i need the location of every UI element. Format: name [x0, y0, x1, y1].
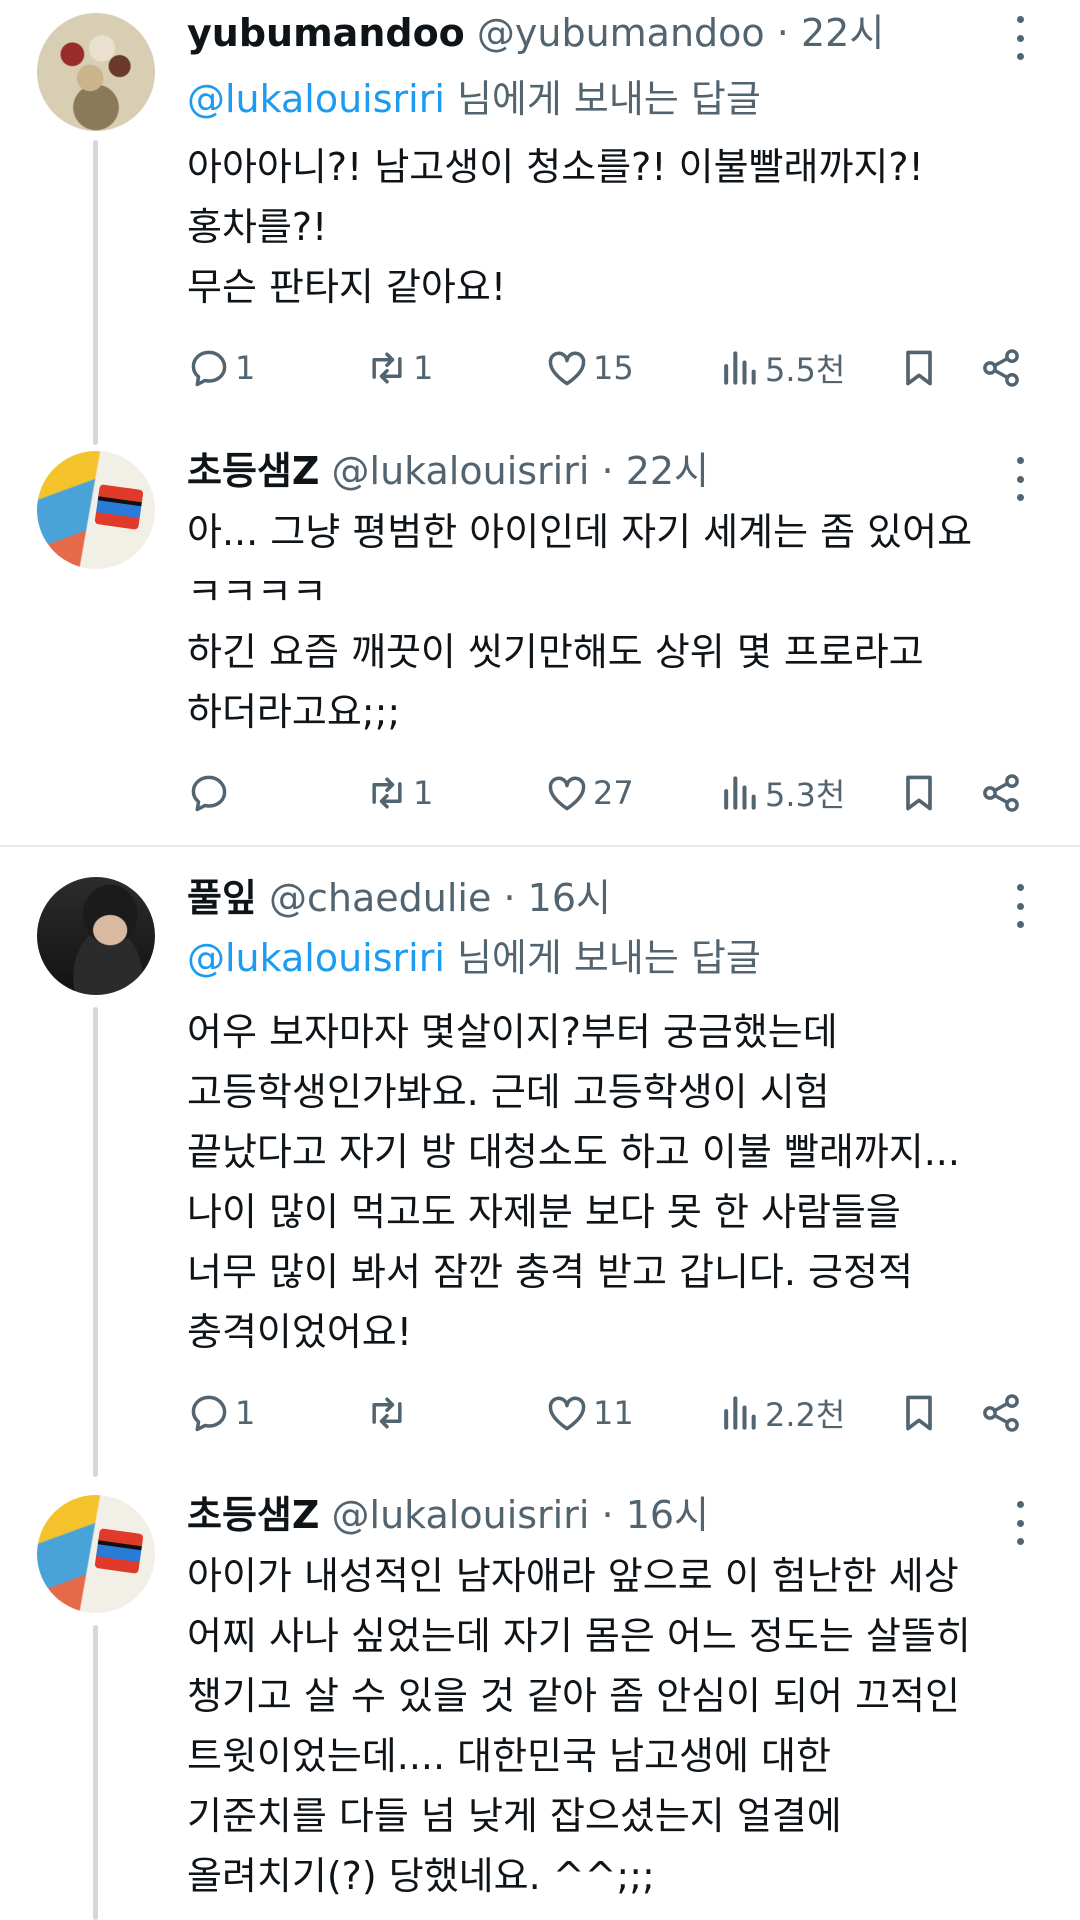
more-options-icon[interactable] [1006, 884, 1034, 928]
share-button[interactable] [979, 343, 1023, 393]
views-button[interactable]: 2.2천 [717, 1388, 845, 1438]
retweet-button[interactable]: 1 [365, 343, 433, 393]
views-count: 2.2천 [765, 1396, 846, 1434]
timestamp[interactable]: 22시 [626, 449, 709, 493]
action-bar: 1 11 2.2천 [187, 1388, 1037, 1438]
tweet-text: 아... 그냥 평범한 아이인데 자기 세계는 좀 있어요 ㅋㅋㅋㅋ 하긴 요즘… [187, 510, 973, 734]
user-handle[interactable]: @lukalouisriri [332, 449, 590, 493]
separator-dot: · [776, 11, 789, 55]
display-name[interactable]: yubumandoo [187, 11, 465, 55]
like-button[interactable]: 11 [545, 1388, 634, 1438]
views-chart-icon [724, 1396, 756, 1430]
share-icon [983, 1394, 1019, 1432]
tweet-header: 초등샘Z @lukalouisriri · 22시 [187, 447, 709, 495]
reply-icon [191, 775, 227, 812]
retweet-button[interactable] [365, 1388, 413, 1438]
replying-to: @lukalouisriri 님에게 보내는 답글 [187, 75, 761, 123]
reply-button[interactable] [187, 768, 235, 818]
views-chart-icon [724, 776, 756, 810]
retweet-count: 1 [413, 349, 434, 387]
reply-mention-link[interactable]: @lukalouisriri [187, 77, 445, 121]
reply-icon [191, 1395, 227, 1432]
like-button[interactable]: 27 [545, 768, 634, 818]
display-name[interactable]: 풀잎 [187, 876, 257, 920]
heart-icon [548, 351, 586, 386]
bookmark-button[interactable] [897, 768, 941, 818]
retweet-button[interactable]: 1 [365, 768, 433, 818]
reply-count: 1 [235, 1394, 256, 1432]
views-button[interactable]: 5.3천 [717, 768, 845, 818]
thread-line [93, 1007, 98, 1477]
user-handle[interactable]: @chaedulie [269, 876, 491, 920]
retweet-icon [372, 777, 402, 809]
reply-count: 1 [235, 349, 256, 387]
action-bar: 1 27 5.3천 [187, 768, 1037, 818]
tweet[interactable]: 풀잎 @chaedulie · 16시 @lukalouisriri 님에게 보… [0, 847, 1080, 1477]
heart-icon [548, 776, 586, 811]
display-name[interactable]: 초등샘Z [187, 1493, 319, 1537]
tweet-text: 아이가 내성적인 남자애라 앞으로 이 험난한 세상 어찌 사나 싶었는데 자기… [187, 1554, 971, 1898]
reply-icon [191, 350, 227, 387]
avatar[interactable] [37, 877, 155, 995]
tweet[interactable]: yubumandoo @yubumandoo · 22시 @lukalouisr… [0, 0, 1080, 445]
views-count: 5.3천 [765, 776, 846, 814]
tweet-text: 아아아니?! 남고생이 청소를?! 이불빨래까지?! 홍차를?! 무슨 판타지 … [187, 145, 924, 309]
reply-button[interactable]: 1 [187, 1388, 255, 1438]
share-icon [983, 774, 1019, 812]
timestamp[interactable]: 22시 [801, 11, 884, 55]
bookmark-icon [906, 775, 932, 811]
tweet-header: 초등샘Z @lukalouisriri · 16시 [187, 1491, 709, 1539]
more-options-icon[interactable] [1006, 457, 1034, 501]
avatar[interactable] [37, 1495, 155, 1613]
separator-dot: · [503, 876, 516, 920]
more-options-icon[interactable] [1006, 1501, 1034, 1545]
replying-to: @lukalouisriri 님에게 보내는 답글 [187, 934, 761, 982]
views-button[interactable]: 5.5천 [717, 343, 845, 393]
timestamp[interactable]: 16시 [528, 876, 611, 920]
avatar[interactable] [37, 13, 155, 131]
avatar[interactable] [37, 451, 155, 569]
share-icon [983, 349, 1019, 387]
bookmark-button[interactable] [897, 1388, 941, 1438]
like-count: 15 [593, 349, 634, 387]
like-count: 27 [593, 774, 634, 812]
views-count: 5.5천 [765, 351, 846, 389]
views-chart-icon [724, 351, 756, 385]
bookmark-button[interactable] [897, 343, 941, 393]
retweet-count: 1 [413, 774, 434, 812]
like-button[interactable]: 15 [545, 343, 634, 393]
display-name[interactable]: 초등샘Z [187, 449, 319, 493]
reply-suffix: 님에게 보내는 답글 [444, 936, 761, 980]
timestamp[interactable]: 16시 [626, 1493, 709, 1537]
separator-dot: · [601, 1493, 614, 1537]
bookmark-icon [906, 350, 932, 386]
tweet[interactable]: 초등샘Z @lukalouisriri · 22시 아... 그냥 평범한 아이… [0, 445, 1080, 845]
retweet-icon [372, 1397, 402, 1429]
user-handle[interactable]: @yubumandoo [477, 11, 765, 55]
reply-button[interactable]: 1 [187, 343, 255, 393]
separator-dot: · [601, 449, 614, 493]
heart-icon [548, 1396, 586, 1431]
thread-line [93, 140, 98, 445]
tweet-header: 풀잎 @chaedulie · 16시 [187, 874, 611, 922]
action-bar: 1 1 15 5.5천 [187, 343, 1037, 393]
thread-line [93, 1625, 98, 1920]
reply-mention-link[interactable]: @lukalouisriri [187, 936, 445, 980]
tweet-header: yubumandoo @yubumandoo · 22시 [187, 9, 884, 57]
bookmark-icon [906, 1395, 932, 1431]
more-options-icon[interactable] [1006, 16, 1034, 60]
share-button[interactable] [979, 1388, 1023, 1438]
reply-suffix: 님에게 보내는 답글 [444, 77, 761, 121]
tweet[interactable]: 초등샘Z @lukalouisriri · 16시 아이가 내성적인 남자애라 … [0, 1477, 1080, 1920]
retweet-icon [372, 352, 402, 384]
tweet-text: 어우 보자마자 몇살이지?부터 궁금했는데 고등학생인가봐요. 근데 고등학생이… [187, 1010, 960, 1354]
share-button[interactable] [979, 768, 1023, 818]
user-handle[interactable]: @lukalouisriri [332, 1493, 590, 1537]
like-count: 11 [593, 1394, 634, 1432]
